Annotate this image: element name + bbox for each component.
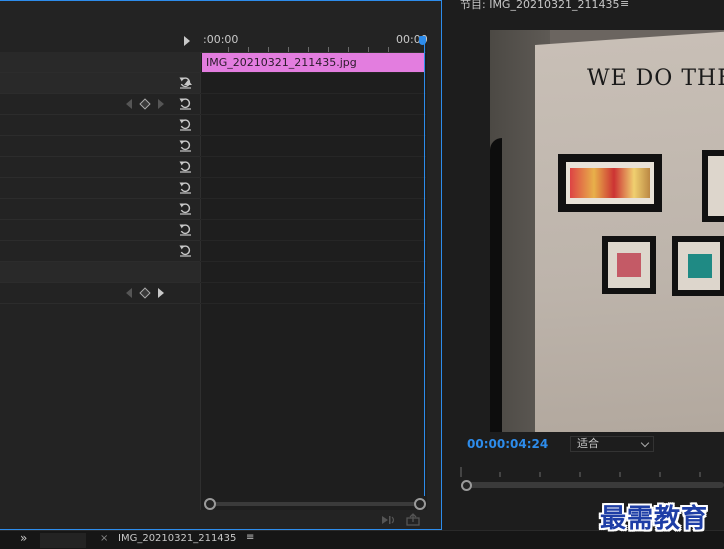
effect-property-row[interactable] [0, 94, 200, 115]
effect-timeline-row[interactable] [200, 178, 426, 199]
chevron-down-icon [640, 438, 650, 448]
preview-picture-frame [602, 236, 656, 294]
effect-property-row[interactable] [0, 220, 200, 241]
sequence-tab-label[interactable]: IMG_20210321_211435 [118, 533, 236, 544]
reset-parameter-icon[interactable] [179, 181, 192, 194]
effect-property-row[interactable] [0, 241, 200, 262]
effect-section-row[interactable] [0, 262, 200, 283]
next-keyframe-icon[interactable] [158, 288, 164, 298]
effect-section-row[interactable] [0, 73, 200, 94]
reset-parameter-icon[interactable] [179, 202, 192, 215]
reset-parameter-icon[interactable] [179, 160, 192, 173]
preview-picture-mat [566, 162, 654, 204]
preview-picture-mat [608, 242, 650, 288]
preview-picture-mat [708, 156, 724, 216]
add-keyframe-icon[interactable] [139, 287, 151, 299]
export-icon[interactable] [406, 513, 420, 526]
effect-timeline-ruler[interactable]: :00:00 00:00 [200, 30, 428, 53]
preview-picture-art [688, 254, 712, 278]
previous-keyframe-icon[interactable] [126, 99, 132, 109]
play-audio-icon[interactable] [382, 516, 395, 524]
add-keyframe-icon[interactable] [139, 98, 151, 110]
effect-section-row[interactable] [0, 52, 200, 73]
scrollbar-track[interactable] [210, 502, 418, 506]
effect-property-row[interactable] [0, 115, 200, 136]
preview-mirror [490, 138, 502, 432]
effect-panel-footer-icons [380, 512, 430, 528]
preview-picture-mat [678, 242, 720, 290]
previous-keyframe-icon[interactable] [126, 288, 132, 298]
preview-sign-text: WE DO THE [587, 66, 724, 91]
effect-timeline-row[interactable] [200, 241, 426, 262]
preview-picture-art [570, 168, 650, 198]
watermark-logo: 最需教育 [600, 504, 709, 534]
effect-timeline-row[interactable] [200, 73, 426, 94]
effect-timeline-row[interactable] [200, 115, 426, 136]
preview-picture-frame [672, 236, 724, 296]
tab-menu-icon[interactable]: ≡ [246, 532, 254, 543]
effect-timeline-row[interactable] [200, 283, 426, 304]
effect-timeline-row[interactable] [200, 157, 426, 178]
zoom-fit-value: 适合 [577, 437, 599, 450]
ruler-start-time: :00:00 [203, 33, 239, 46]
playhead-timecode[interactable]: 00:00:04:24 [467, 437, 548, 451]
expand-timeline-icon[interactable] [184, 36, 190, 46]
effect-property-row[interactable] [0, 157, 200, 178]
program-scroll-track[interactable] [462, 482, 724, 488]
video-preview: WE DO THE [490, 30, 724, 432]
preview-picture-frame [558, 154, 662, 212]
reset-parameter-icon[interactable] [179, 139, 192, 152]
panel-menu-icon[interactable]: ≡ [620, 0, 629, 10]
program-scroll-handle[interactable] [461, 480, 472, 491]
effect-timeline-row[interactable] [200, 199, 426, 220]
reset-parameter-icon[interactable] [179, 223, 192, 236]
program-time-ruler[interactable] [460, 462, 724, 477]
close-tab-icon[interactable]: × [100, 533, 108, 544]
properties-header [0, 30, 200, 53]
preview-wall [535, 31, 724, 432]
playhead-line[interactable] [424, 36, 425, 496]
playhead-handle[interactable] [419, 36, 426, 45]
reset-parameter-icon[interactable] [179, 118, 192, 131]
clip-bar[interactable]: IMG_20210321_211435.jpg [202, 53, 424, 72]
reset-parameter-icon[interactable] [179, 76, 192, 89]
effect-property-row[interactable] [0, 283, 200, 304]
next-keyframe-icon[interactable] [158, 99, 164, 109]
timeline-zoom-scrollbar[interactable] [204, 498, 426, 510]
expand-panels-icon[interactable]: » [20, 531, 27, 545]
scrollbar-left-handle[interactable] [204, 498, 216, 510]
effect-timeline-row[interactable] [200, 136, 426, 157]
program-monitor-title[interactable]: 节目: IMG_20210321_211435 [460, 0, 619, 12]
effect-property-row[interactable] [0, 178, 200, 199]
effect-property-row[interactable] [0, 136, 200, 157]
effect-timeline-row[interactable] [200, 220, 426, 241]
reset-parameter-icon[interactable] [179, 97, 192, 110]
preview-picture-frame [702, 150, 724, 222]
reset-parameter-icon[interactable] [179, 244, 192, 257]
preview-picture-art [617, 253, 641, 277]
effect-property-row[interactable] [0, 199, 200, 220]
effect-timeline-row[interactable] [200, 262, 426, 283]
bottom-tab-placeholder[interactable] [40, 533, 86, 548]
zoom-fit-dropdown[interactable]: 适合 [570, 436, 654, 452]
scrollbar-right-handle[interactable] [414, 498, 426, 510]
effect-timeline-row[interactable] [200, 94, 426, 115]
